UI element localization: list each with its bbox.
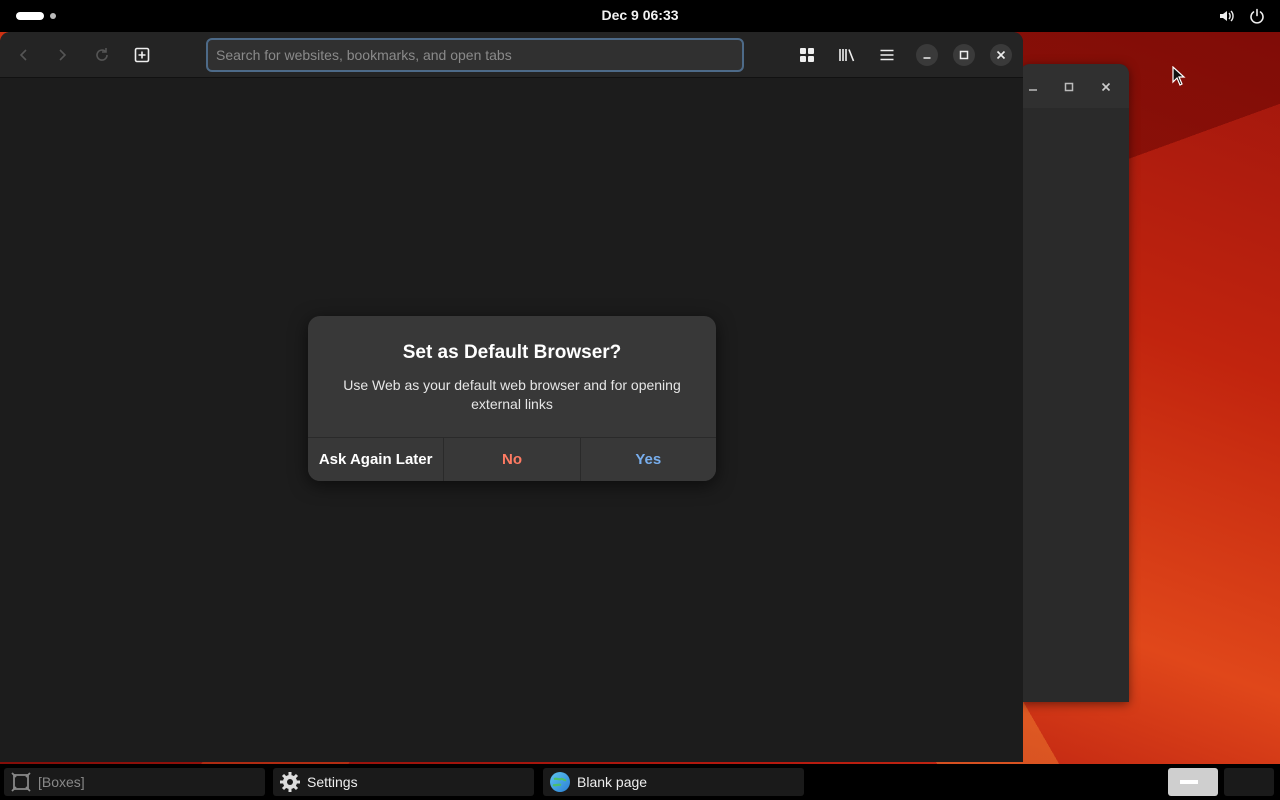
no-button[interactable]: No — [443, 438, 580, 481]
tab-overview-icon[interactable] — [792, 40, 822, 70]
workspace-dot — [50, 13, 56, 19]
dialog-actions: Ask Again Later No Yes — [308, 437, 716, 481]
background-window[interactable] — [1020, 64, 1129, 702]
task-boxes-label: [Boxes] — [38, 774, 85, 790]
search-input[interactable] — [216, 47, 734, 63]
bg-maximize-icon[interactable] — [1058, 76, 1080, 98]
close-icon[interactable] — [986, 40, 1016, 70]
workspace-1-window — [1180, 780, 1198, 784]
menu-icon[interactable] — [872, 40, 902, 70]
library-icon[interactable] — [832, 40, 862, 70]
clock[interactable]: Dec 9 06:33 — [601, 7, 678, 23]
workspace-active-pill — [16, 12, 44, 20]
url-bar[interactable] — [206, 38, 744, 72]
yes-button[interactable]: Yes — [579, 438, 716, 481]
gear-icon — [279, 771, 301, 793]
ask-again-later-button[interactable]: Ask Again Later — [308, 438, 444, 481]
maximize-icon[interactable] — [949, 40, 979, 70]
task-settings-label: Settings — [307, 774, 358, 790]
maximize-button[interactable] — [953, 44, 975, 66]
dialog-body: Use Web as your default web browser and … — [343, 377, 681, 412]
browser-headerbar — [0, 32, 1023, 78]
task-boxes[interactable]: [Boxes] — [4, 768, 265, 796]
task-settings[interactable]: Settings — [273, 768, 534, 796]
mouse-cursor-icon — [1172, 65, 1186, 91]
bg-close-icon[interactable] — [1095, 76, 1117, 98]
minimize-icon[interactable] — [912, 40, 942, 70]
top-bar: Dec 9 06:33 — [0, 0, 1280, 32]
back-icon[interactable] — [9, 40, 39, 70]
dialog-title: Set as Default Browser? — [402, 342, 622, 363]
task-blank-page[interactable]: Blank page — [543, 768, 804, 796]
system-tray[interactable] — [1218, 7, 1266, 25]
workspace-1-thumbnail[interactable] — [1168, 768, 1218, 796]
activities-indicator[interactable] — [16, 12, 56, 20]
new-tab-icon[interactable] — [127, 40, 157, 70]
reload-icon[interactable] — [87, 40, 117, 70]
power-icon[interactable] — [1248, 7, 1266, 25]
workspace-2-thumbnail[interactable] — [1224, 768, 1274, 796]
bg-minimize-icon[interactable] — [1022, 76, 1044, 98]
clock-container: Dec 9 06:33 — [0, 7, 1280, 23]
taskbar: [Boxes] Settings Blank page — [0, 764, 1280, 800]
boxes-icon — [10, 771, 32, 793]
default-browser-dialog: Set as Default Browser? Use Web as your … — [308, 316, 716, 481]
task-blank-page-label: Blank page — [577, 774, 648, 790]
close-button[interactable] — [990, 44, 1012, 66]
minimize-button[interactable] — [916, 44, 938, 66]
volume-icon[interactable] — [1218, 7, 1236, 25]
forward-icon[interactable] — [47, 40, 77, 70]
globe-icon — [549, 771, 571, 793]
